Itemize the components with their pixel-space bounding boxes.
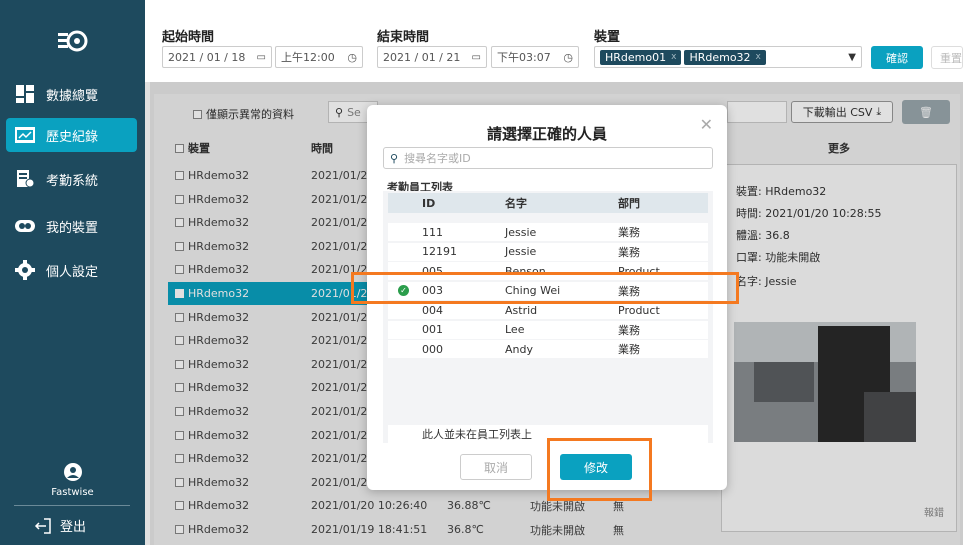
sidebar-item-label: 考勤系統 xyxy=(46,173,99,189)
device-tag-label: HRdemo01 xyxy=(605,50,667,64)
search-icon: ⚲ xyxy=(390,151,399,165)
user-name: Fastwise xyxy=(51,487,94,498)
logout-button[interactable]: 登出 xyxy=(34,516,86,535)
header-id: ID xyxy=(422,196,436,210)
cancel-button[interactable]: 取消 xyxy=(460,454,532,480)
employee-name: Lee xyxy=(505,323,525,336)
employee-id: 001 xyxy=(422,323,443,336)
chevron-down-icon: ▼ xyxy=(848,51,856,63)
attendance-icon xyxy=(14,168,36,190)
employee-name: Jessie xyxy=(505,225,537,239)
person-search-input[interactable]: ⚲ 搜尋名字或ID xyxy=(383,147,713,169)
not-in-list-label: 此人並未在員工列表上 xyxy=(422,428,532,441)
history-icon xyxy=(14,124,36,146)
sidebar-item-label: 我的裝置 xyxy=(46,220,99,236)
employee-row[interactable]: 000 Andy 業務 xyxy=(388,340,708,358)
employee-id: 004 xyxy=(422,303,443,317)
app-logo-icon xyxy=(58,30,88,52)
device-tag[interactable]: HRdemo01 x xyxy=(600,49,682,65)
end-time-input[interactable]: 下午03:07 ◷ xyxy=(491,46,579,68)
sidebar: 數據總覽 歷史紀錄 考勤系統 我的裝置 個人設定 Fastwise 登出 xyxy=(0,0,145,545)
close-icon[interactable]: x xyxy=(671,52,676,62)
employee-dept: 業務 xyxy=(618,343,640,356)
employee-id: 111 xyxy=(422,225,443,239)
device-tag[interactable]: HRdemo32 x xyxy=(684,49,766,65)
sidebar-item-devices[interactable]: 我的裝置 xyxy=(0,209,145,243)
employee-list: ID 名字 部門 111 Jessie 業務 12191 Jessie 業務 005 Bens… xyxy=(383,191,713,443)
start-time-value: 上午12:00 xyxy=(281,51,335,64)
employee-id: 000 xyxy=(422,342,443,356)
device-icon xyxy=(14,215,36,237)
clock-icon: ◷ xyxy=(563,50,573,64)
calendar-icon: ▭ xyxy=(471,51,481,63)
employee-dept: 業務 xyxy=(618,323,640,337)
sidebar-divider xyxy=(14,505,130,506)
employee-id: 12191 xyxy=(422,245,457,258)
sidebar-item-label: 數據總覽 xyxy=(46,88,99,104)
end-time-value: 下午03:07 xyxy=(497,51,551,64)
highlight-selected-employee xyxy=(351,272,739,304)
header-dept: 部門 xyxy=(618,197,640,210)
employee-row[interactable]: 12191 Jessie 業務 xyxy=(388,242,708,261)
modal-title: 請選擇正確的人員 xyxy=(486,125,607,143)
logout-label: 登出 xyxy=(60,520,87,535)
sidebar-item-history[interactable]: 歷史紀錄 xyxy=(6,118,137,152)
reset-button[interactable]: 重置 xyxy=(931,46,963,69)
logout-icon xyxy=(34,517,51,534)
sidebar-item-settings[interactable]: 個人設定 xyxy=(0,253,145,287)
end-time-label: 結束時間 xyxy=(377,30,430,45)
sidebar-item-label: 個人設定 xyxy=(46,264,99,280)
highlight-modify-button xyxy=(547,438,652,501)
user-avatar-icon xyxy=(63,463,82,481)
employee-list-header: ID 名字 部門 xyxy=(388,193,708,213)
sidebar-item-attendance[interactable]: 考勤系統 xyxy=(0,162,145,196)
gear-icon xyxy=(14,259,36,281)
calendar-icon: ▭ xyxy=(256,51,266,63)
clock-icon: ◷ xyxy=(347,50,357,64)
start-date-input[interactable]: 2021 / 01 / 18 ▭ xyxy=(162,46,272,68)
employee-row[interactable]: 111 Jessie 業務 xyxy=(388,223,708,241)
sidebar-item-dashboard[interactable]: 數據總覽 xyxy=(0,77,145,111)
device-label: 裝置 xyxy=(594,30,621,45)
confirm-button[interactable]: 確認 xyxy=(871,46,923,69)
employee-name: Jessie xyxy=(505,245,537,258)
employee-row[interactable]: 001 Lee 業務 xyxy=(388,320,708,339)
device-select[interactable]: HRdemo01 x HRdemo32 x ▼ xyxy=(594,46,862,68)
header-name: 名字 xyxy=(505,197,527,210)
start-date-value: 2021 / 01 / 18 xyxy=(168,50,246,64)
user-profile[interactable]: Fastwise xyxy=(0,462,145,498)
device-tag-label: HRdemo32 xyxy=(689,50,751,64)
filter-bar: 起始時間 2021 / 01 / 18 ▭ 上午12:00 ◷ 結束時間 202… xyxy=(145,0,963,82)
employee-name: Astrid xyxy=(505,303,538,317)
start-time-label: 起始時間 xyxy=(162,30,215,45)
dashboard-icon xyxy=(14,83,36,105)
close-icon[interactable]: ✕ xyxy=(700,115,713,134)
end-date-value: 2021 / 01 / 21 xyxy=(383,50,461,64)
start-time-input[interactable]: 上午12:00 ◷ xyxy=(275,46,363,68)
person-search-placeholder: 搜尋名字或ID xyxy=(404,152,471,165)
employee-dept: 業務 xyxy=(618,245,640,259)
close-icon[interactable]: x xyxy=(756,52,761,62)
end-date-input[interactable]: 2021 / 01 / 21 ▭ xyxy=(377,46,487,68)
sidebar-item-label: 歷史紀錄 xyxy=(46,129,99,145)
employee-name: Andy xyxy=(505,342,533,356)
employee-dept: 業務 xyxy=(618,226,640,239)
employee-dept: Product xyxy=(618,303,660,317)
